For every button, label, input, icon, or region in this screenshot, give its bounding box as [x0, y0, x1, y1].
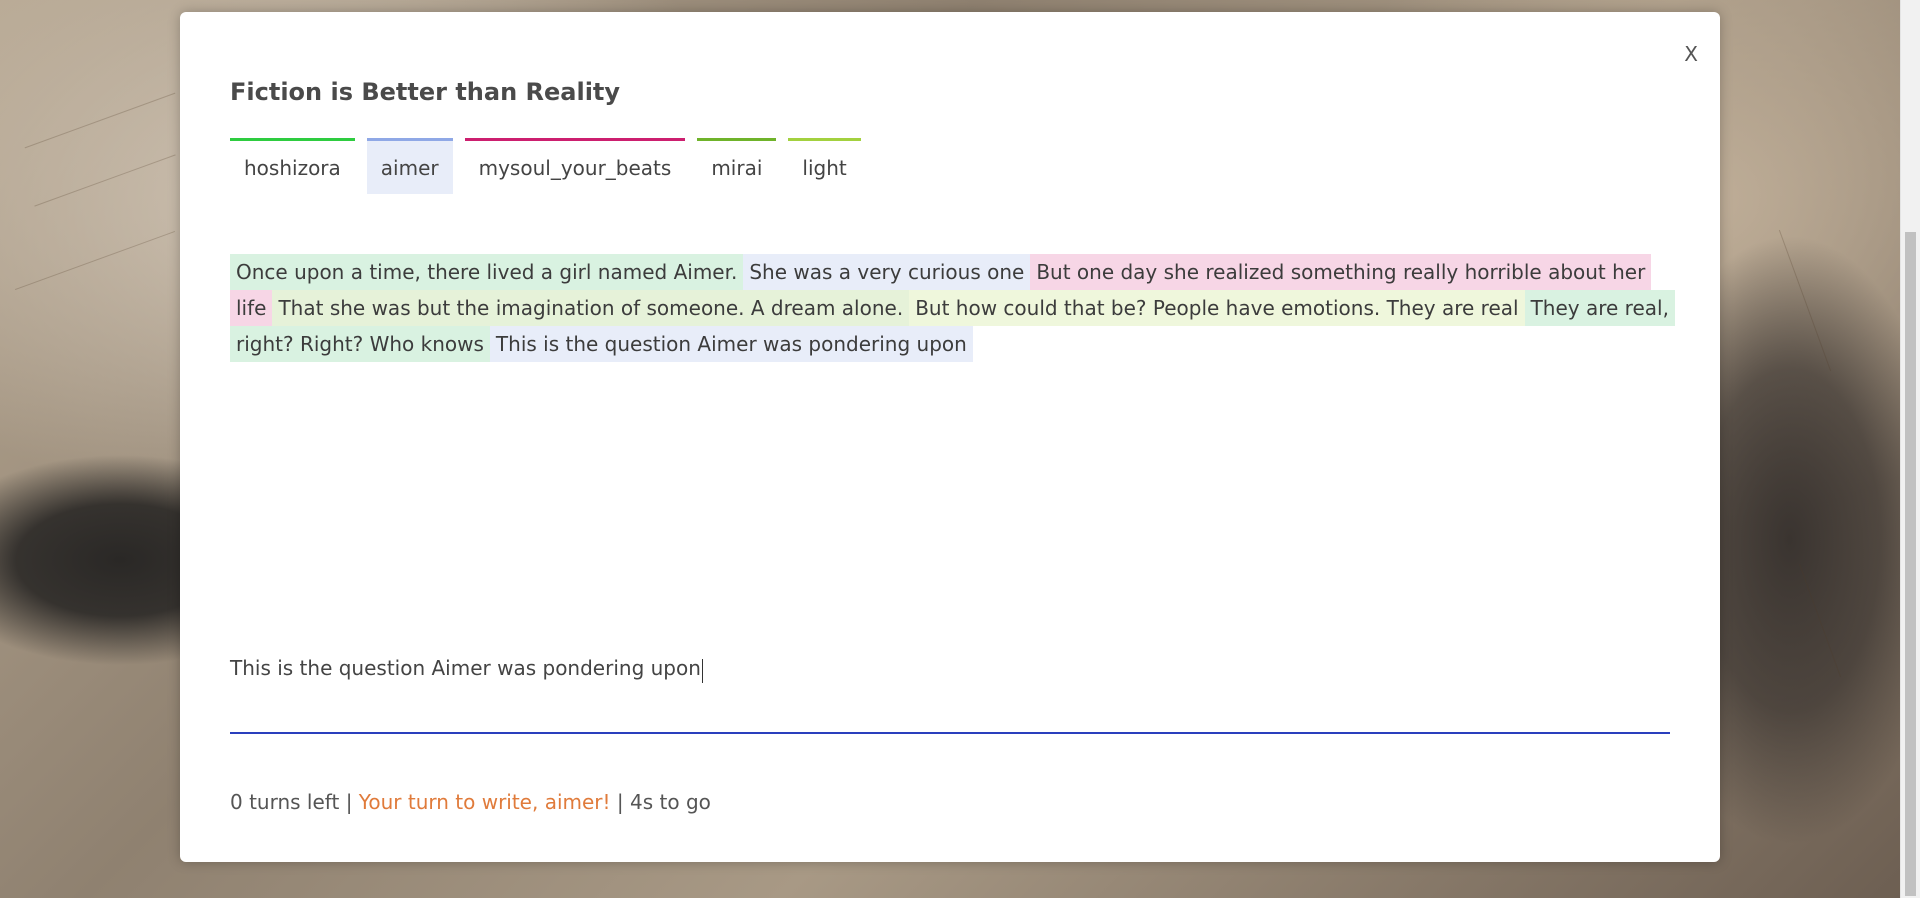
page-scrollbar[interactable]: [1900, 0, 1920, 898]
text-caret: [701, 658, 703, 683]
story-modal: X Fiction is Better than Reality hoshizo…: [180, 12, 1720, 862]
countdown-timer: 4s to go: [630, 790, 711, 814]
turn-message: Your turn to write, aimer!: [358, 790, 611, 814]
story-title: Fiction is Better than Reality: [230, 78, 621, 106]
tab-light[interactable]: light: [788, 138, 861, 194]
close-button[interactable]: X: [1684, 44, 1698, 64]
game-status: 0 turns left | Your turn to write, aimer…: [230, 790, 711, 814]
story-segment: Once upon a time, there lived a girl nam…: [230, 254, 744, 290]
story-input[interactable]: This is the question Aimer was pondering…: [230, 640, 1670, 734]
scrollbar-thumb[interactable]: [1905, 232, 1916, 896]
story-segment: She was a very curious one: [743, 254, 1031, 290]
tab-hoshizora[interactable]: hoshizora: [230, 138, 355, 194]
status-separator: |: [616, 790, 624, 814]
story-segment: This is the question Aimer was pondering…: [489, 326, 973, 362]
tab-mysoul-your-beats[interactable]: mysoul_your_beats: [464, 138, 686, 194]
tab-mirai[interactable]: mirai: [697, 138, 777, 194]
story-text: Once upon a time, there lived a girl nam…: [230, 254, 1675, 362]
story-input-value[interactable]: This is the question Aimer was pondering…: [230, 656, 701, 680]
story-segment: But how could that be? People have emoti…: [909, 290, 1525, 326]
status-separator: |: [345, 790, 353, 814]
story-segment: That she was but the imagination of some…: [272, 290, 910, 326]
participant-tabs: hoshizora aimer mysoul_your_beats mirai …: [230, 138, 861, 194]
tab-aimer[interactable]: aimer: [366, 138, 453, 194]
turns-left: 0 turns left: [230, 790, 340, 814]
